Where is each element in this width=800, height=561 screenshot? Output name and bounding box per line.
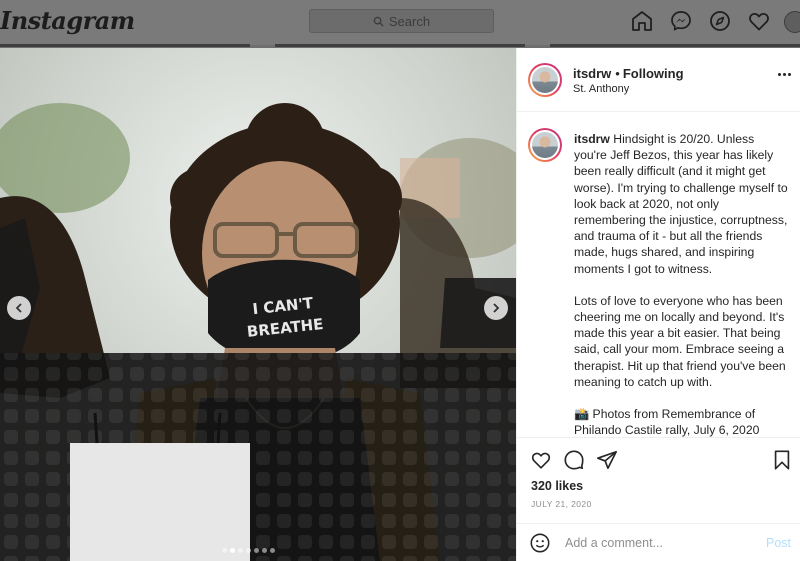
post-side-panel: itsdrw • Following St. Anthony itsdrw Hind… [516,48,800,561]
author-avatar[interactable] [528,63,562,97]
caption-username[interactable]: itsdrw [574,132,610,146]
share-paper-plane-icon[interactable] [596,449,618,471]
explore-icon[interactable] [708,9,732,33]
post-date: JULY 21, 2020 [531,499,592,509]
caption-author-avatar[interactable] [528,128,562,162]
feed-strip [0,44,250,47]
feed-strip [275,44,525,47]
carousel-dot [222,548,227,553]
caption-text: itsdrw Hindsight is 20/20. Unless you're… [574,131,788,437]
separator-dot: • [615,66,620,81]
next-photo-button[interactable] [484,296,508,320]
post-modal: I CAN'T BREATHE itsdrw • Following St. Ant… [0,48,800,561]
post-actions: 320 likes JULY 21, 2020 Add a comment...… [517,437,800,561]
bookmark-icon[interactable] [771,449,793,471]
comment-box: Add a comment... Post [517,523,800,561]
comment-input[interactable]: Add a comment... [565,536,663,550]
search-placeholder: Search [388,13,431,29]
carousel-dot [254,548,259,553]
post-photo[interactable]: I CAN'T BREATHE [0,48,516,561]
post-header: itsdrw • Following St. Anthony [517,48,800,112]
post-location[interactable]: St. Anthony [573,83,629,95]
caption-paragraph: 📸 Photos from Remembrance of Philando Ca… [574,407,760,437]
caption-section: itsdrw Hindsight is 20/20. Unless you're… [517,113,800,437]
caption-paragraph: Hindsight is 20/20. Unless you're Jeff B… [574,132,788,276]
author-username[interactable]: itsdrw [573,66,611,81]
carousel-dot-active [230,548,235,553]
instagram-logo[interactable]: Instagram [0,6,135,35]
carousel-dot [270,548,275,553]
messenger-icon[interactable] [669,9,693,33]
profile-avatar[interactable] [784,11,800,33]
top-nav: Instagram Search [0,0,800,45]
like-heart-icon[interactable] [530,449,552,471]
carousel-dots [222,548,275,553]
carousel-dot [262,548,267,553]
comment-bubble-icon[interactable] [563,449,585,471]
chevron-left-icon [15,303,22,313]
like-count[interactable]: 320 likes [531,479,583,493]
carousel-dot [246,548,251,553]
chevron-right-icon [493,303,500,313]
search-input[interactable]: Search [309,9,494,33]
home-icon[interactable] [630,9,654,33]
heart-icon[interactable] [747,9,771,33]
post-comment-button[interactable]: Post [766,536,791,550]
feed-strip [550,44,800,47]
emoji-icon[interactable] [529,532,551,554]
search-icon [373,16,384,27]
caption-paragraph: Lots of love to everyone who has been ch… [574,293,786,389]
more-options-icon[interactable] [778,73,791,76]
follow-status-button[interactable]: Following [623,66,684,81]
prev-photo-button[interactable] [7,296,31,320]
carousel-dot [238,548,243,553]
